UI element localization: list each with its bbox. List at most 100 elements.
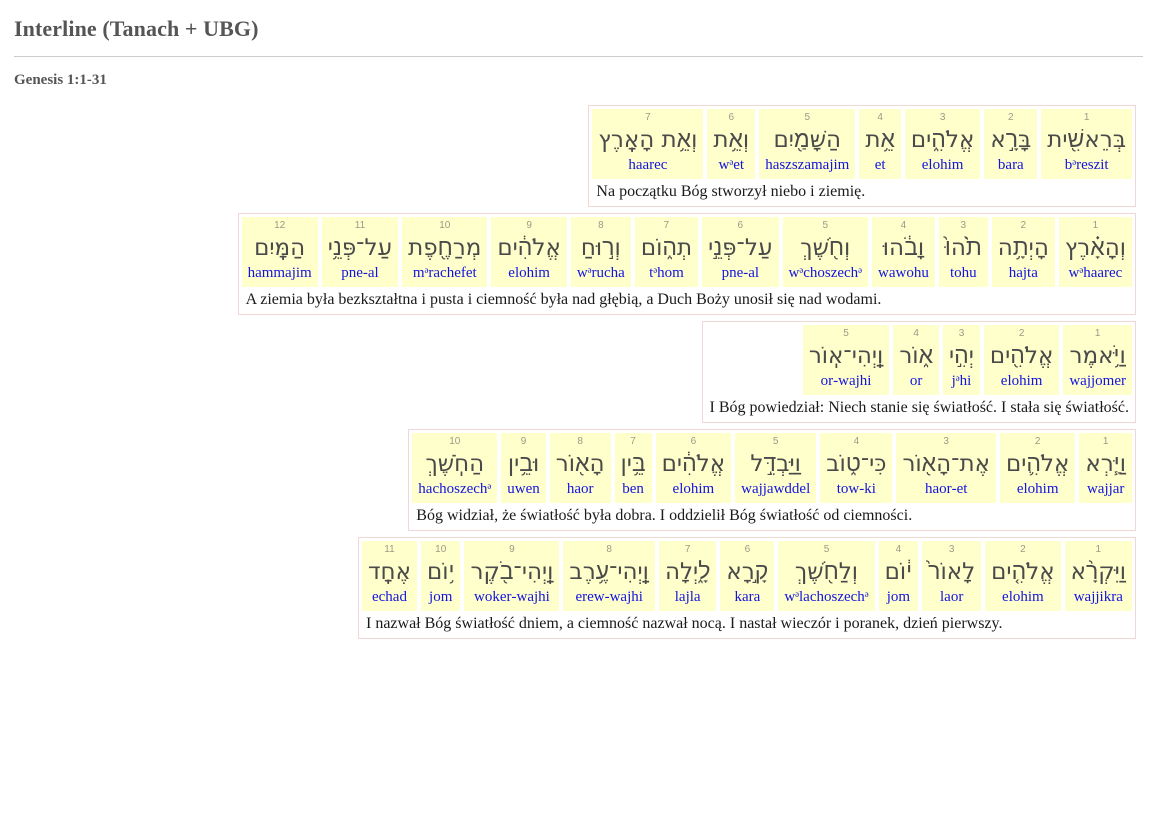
word-hebrew[interactable]: אֶחָֽד bbox=[368, 556, 411, 588]
word-cell[interactable]: 9 וַֽיְהִי־בֹ֖קֶר woker‑wajhi bbox=[464, 541, 560, 611]
word-hebrew[interactable]: וְאֵ֥ת bbox=[713, 124, 749, 156]
word-transliteration[interactable]: haor bbox=[556, 480, 605, 499]
word-hebrew[interactable]: וַיַּבְדֵּ֣ל bbox=[741, 448, 810, 480]
word-cell[interactable]: 5 וְלַחֹ֖שֶׁךְ wᵊlachoszechᵊ bbox=[778, 541, 875, 611]
word-hebrew[interactable]: בֵּ֥ין bbox=[621, 448, 646, 480]
word-cell[interactable]: 6 וְאֵ֥ת wᵊet bbox=[707, 109, 756, 179]
word-transliteration[interactable]: mᵊrachefet bbox=[408, 264, 481, 283]
word-cell[interactable]: 4 כִּי־ט֑וֹב tow‑ki bbox=[820, 433, 893, 503]
word-transliteration[interactable]: tohu bbox=[945, 264, 982, 283]
word-transliteration[interactable]: haszszamajim bbox=[765, 156, 849, 175]
word-transliteration[interactable]: wᵊrucha bbox=[577, 264, 625, 283]
word-hebrew[interactable]: כִּי־ט֑וֹב bbox=[826, 448, 886, 480]
word-hebrew[interactable]: אֱלֹהִ֛ים bbox=[1006, 448, 1069, 480]
word-cell[interactable]: 3 יְהִ֣י jᵊhi bbox=[943, 325, 980, 395]
word-hebrew[interactable]: בְּרֵאשִׁ֖ית bbox=[1047, 124, 1126, 156]
word-hebrew[interactable]: וְר֣וּחַ bbox=[577, 232, 625, 264]
word-transliteration[interactable]: wawohu bbox=[878, 264, 929, 283]
word-transliteration[interactable]: elohim bbox=[497, 264, 560, 283]
word-transliteration[interactable]: tow‑ki bbox=[826, 480, 886, 499]
word-hebrew[interactable]: וּבֵ֥ין bbox=[507, 448, 540, 480]
word-cell[interactable]: 1 בְּרֵאשִׁ֖ית bᵊreszit bbox=[1041, 109, 1132, 179]
word-hebrew[interactable]: אֱלֹהִ֑ים bbox=[911, 124, 974, 156]
word-cell[interactable]: 7 וְאֵ֥ת הָאָֽרֶץ haarec bbox=[592, 109, 704, 179]
word-transliteration[interactable]: wajjikra bbox=[1071, 588, 1126, 607]
word-cell[interactable]: 2 אֱלֹהִ֛ים elohim bbox=[999, 433, 1076, 503]
word-cell[interactable]: 11 אֶחָֽד echad bbox=[361, 541, 417, 611]
word-cell[interactable]: 10 הַחֹֽשֶׁךְ hachoszechᵊ bbox=[412, 433, 498, 503]
word-transliteration[interactable]: elohim bbox=[662, 480, 725, 499]
word-cell[interactable]: 7 תְה֑וֹם tᵊhom bbox=[634, 217, 699, 287]
word-transliteration[interactable]: hammajim bbox=[248, 264, 312, 283]
word-cell[interactable]: 1 וַיֹּ֥אמֶר wajjomer bbox=[1063, 325, 1132, 395]
word-cell[interactable]: 2 בָּרָ֣א bara bbox=[984, 109, 1038, 179]
word-transliteration[interactable]: wajjawddel bbox=[741, 480, 810, 499]
word-transliteration[interactable]: bᵊreszit bbox=[1047, 156, 1126, 175]
word-transliteration[interactable]: kara bbox=[726, 588, 768, 607]
word-hebrew[interactable]: לָ֑יְלָה bbox=[665, 556, 710, 588]
word-hebrew[interactable]: מְרַחֶ֖פֶת bbox=[408, 232, 481, 264]
word-transliteration[interactable]: wajjar bbox=[1085, 480, 1126, 499]
word-transliteration[interactable]: jom bbox=[885, 588, 913, 607]
word-hebrew[interactable]: לָאוֹר֙ bbox=[928, 556, 975, 588]
word-cell[interactable]: 10 מְרַחֶ֖פֶת mᵊrachefet bbox=[402, 217, 488, 287]
word-hebrew[interactable]: הַמָּֽיִם bbox=[248, 232, 312, 264]
word-cell[interactable]: 8 וְר֣וּחַ wᵊrucha bbox=[570, 217, 631, 287]
word-cell[interactable]: 3 אֶת־הָא֖וֹר haor‑et bbox=[896, 433, 996, 503]
word-cell[interactable]: 6 עַל־פְּנֵ֣י pne‑al bbox=[702, 217, 779, 287]
word-transliteration[interactable]: wᵊlachoszechᵊ bbox=[784, 588, 868, 607]
word-hebrew[interactable]: אֱלֹהִ֔ים bbox=[662, 448, 725, 480]
word-transliteration[interactable]: laor bbox=[928, 588, 975, 607]
word-transliteration[interactable]: et bbox=[865, 156, 895, 175]
word-transliteration[interactable]: hajta bbox=[998, 264, 1049, 283]
word-hebrew[interactable]: וַיֹּ֥אמֶר bbox=[1069, 340, 1126, 372]
word-transliteration[interactable]: wᵊhaarec bbox=[1065, 264, 1126, 283]
word-cell[interactable]: 8 וַֽיְהִי־עֶ֥רֶב erew‑wajhi bbox=[563, 541, 655, 611]
word-cell[interactable]: 1 וַיִּקְרָ֨א wajjikra bbox=[1064, 541, 1132, 611]
word-transliteration[interactable]: haarec bbox=[598, 156, 697, 175]
word-hebrew[interactable]: אֱלֹהִ֔ים bbox=[497, 232, 560, 264]
word-transliteration[interactable]: elohim bbox=[911, 156, 974, 175]
word-cell[interactable]: 5 וְחֹ֖שֶׁךְ wᵊchoszechᵊ bbox=[782, 217, 869, 287]
word-cell[interactable]: 6 אֱלֹהִ֔ים elohim bbox=[655, 433, 732, 503]
word-cell[interactable]: 1 וְהָאָ֗רֶץ wᵊhaarec bbox=[1058, 217, 1132, 287]
word-transliteration[interactable]: wajjomer bbox=[1069, 372, 1126, 391]
word-cell[interactable]: 11 עַל־פְּנֵ֥י pne‑al bbox=[321, 217, 399, 287]
word-hebrew[interactable]: אֶת־הָא֖וֹר bbox=[902, 448, 990, 480]
word-hebrew[interactable]: וַיִּקְרָ֨א bbox=[1071, 556, 1126, 588]
word-transliteration[interactable]: hachoszechᵊ bbox=[418, 480, 491, 499]
word-hebrew[interactable]: הַשָּׁמַ֖יִם bbox=[765, 124, 849, 156]
word-cell[interactable]: 5 הַשָּׁמַ֖יִם haszszamajim bbox=[759, 109, 856, 179]
word-transliteration[interactable]: jom bbox=[427, 588, 455, 607]
word-cell[interactable]: 5 וַֽיְהִי־אֽוֹר or‑wajhi bbox=[802, 325, 890, 395]
word-hebrew[interactable]: הָא֖וֹר bbox=[556, 448, 605, 480]
word-transliteration[interactable]: bara bbox=[990, 156, 1031, 175]
word-cell[interactable]: 9 אֱלֹהִ֔ים elohim bbox=[491, 217, 567, 287]
word-hebrew[interactable]: אֱלֹהִ֤ים bbox=[991, 556, 1054, 588]
word-hebrew[interactable]: תְה֑וֹם bbox=[641, 232, 692, 264]
word-cell[interactable]: 7 לָ֑יְלָה lajla bbox=[658, 541, 717, 611]
word-transliteration[interactable]: haor‑et bbox=[902, 480, 990, 499]
word-hebrew[interactable]: י֔וֹם bbox=[885, 556, 913, 588]
word-hebrew[interactable]: וְחֹ֖שֶׁךְ bbox=[789, 232, 863, 264]
word-hebrew[interactable]: עַל־פְּנֵ֥י bbox=[328, 232, 392, 264]
word-cell[interactable]: 4 אֵ֥ת et bbox=[859, 109, 901, 179]
word-cell[interactable]: 4 י֔וֹם jom bbox=[878, 541, 919, 611]
word-cell[interactable]: 2 אֱלֹהִ֖ים elohim bbox=[983, 325, 1060, 395]
word-transliteration[interactable]: jᵊhi bbox=[949, 372, 974, 391]
word-transliteration[interactable]: pne‑al bbox=[708, 264, 772, 283]
word-hebrew[interactable]: וַֽיְהִי־בֹ֖קֶר bbox=[470, 556, 553, 588]
word-cell[interactable]: 8 הָא֖וֹר haor bbox=[549, 433, 611, 503]
word-transliteration[interactable]: or bbox=[899, 372, 933, 391]
word-transliteration[interactable]: wᵊet bbox=[713, 156, 749, 175]
word-hebrew[interactable]: וְאֵ֥ת הָאָֽרֶץ bbox=[598, 124, 697, 156]
word-hebrew[interactable]: וָבֹ֔הוּ bbox=[878, 232, 929, 264]
word-hebrew[interactable]: יְהִ֣י bbox=[949, 340, 974, 372]
word-transliteration[interactable]: elohim bbox=[991, 588, 1054, 607]
word-cell[interactable]: 3 תֹ֙הוּ֙ tohu bbox=[938, 217, 988, 287]
word-hebrew[interactable]: הָיְתָ֥ה bbox=[998, 232, 1049, 264]
word-transliteration[interactable]: erew‑wajhi bbox=[569, 588, 649, 607]
word-hebrew[interactable]: אֱלֹהִ֖ים bbox=[990, 340, 1053, 372]
word-hebrew[interactable]: תֹ֙הוּ֙ bbox=[945, 232, 982, 264]
word-transliteration[interactable]: tᵊhom bbox=[641, 264, 692, 283]
